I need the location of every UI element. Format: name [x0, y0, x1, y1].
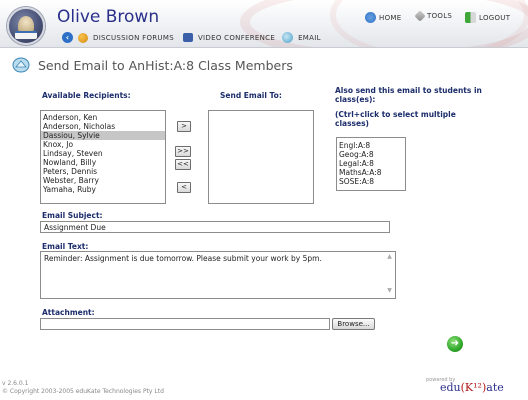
- scroll-up-icon[interactable]: ▲: [385, 253, 394, 263]
- list-item[interactable]: Anderson, Ken: [41, 113, 165, 122]
- page-title: Send Email to AnHist:A:8 Class Members: [38, 58, 293, 73]
- email-text-label: Email Text:: [42, 242, 89, 251]
- remove-all-recipients-button[interactable]: <<: [175, 159, 191, 170]
- tools-icon: [414, 10, 426, 22]
- remove-recipient-button[interactable]: <: [177, 182, 191, 193]
- edukate-logo: edu(K¹²)ate: [440, 381, 504, 394]
- list-item[interactable]: Knox, Jo: [41, 140, 165, 149]
- email-text-area[interactable]: Reminder: Assignment is due tomorrow. Pl…: [40, 251, 396, 299]
- home-link[interactable]: HOME: [365, 12, 401, 23]
- list-item[interactable]: Webster, Barry: [41, 176, 165, 185]
- attachment-input[interactable]: [40, 318, 330, 330]
- class-item[interactable]: SOSE:A:8: [337, 177, 405, 186]
- logout-icon: [465, 12, 476, 23]
- email-icon: [282, 32, 294, 43]
- list-item[interactable]: Nowland, Billy: [41, 158, 165, 167]
- logout-link[interactable]: LOGOUT: [465, 12, 510, 23]
- user-name: Olive Brown: [57, 7, 160, 27]
- copyright-text: © Copyright 2003-2005 eduKate Technologi…: [2, 388, 164, 395]
- add-all-recipients-button[interactable]: >>: [175, 146, 191, 157]
- ctrl-click-hint: (Ctrl+click to select multiple classes): [335, 110, 456, 128]
- back-arrow-icon[interactable]: ‹: [62, 32, 73, 43]
- send-arrow-button[interactable]: ➜: [447, 336, 463, 352]
- tools-link[interactable]: TOOLS: [414, 10, 453, 22]
- user-avatar-icon: [7, 7, 45, 45]
- available-recipients-list[interactable]: Anderson, Ken Anderson, Nicholas Dassiou…: [40, 110, 166, 204]
- class-item[interactable]: MathsA:A:8: [337, 168, 405, 177]
- classes-list[interactable]: Engl:A:8 Geog:A:8 Legal:A:8 MathsA:A:8 S…: [336, 137, 406, 191]
- email-subject-input[interactable]: Assignment Due: [40, 221, 390, 233]
- send-to-label: Send Email To:: [220, 91, 282, 100]
- available-recipients-label: Available Recipients:: [42, 91, 131, 100]
- discussion-icon: [78, 32, 88, 43]
- class-item[interactable]: Geog:A:8: [337, 150, 405, 159]
- email-text-content: Reminder: Assignment is due tomorrow. Pl…: [44, 254, 322, 263]
- email-link[interactable]: EMAIL: [298, 34, 321, 42]
- also-send-label: Also send this email to students in clas…: [335, 86, 482, 104]
- scroll-down-icon[interactable]: ▼: [385, 287, 394, 297]
- send-to-list[interactable]: [208, 110, 314, 204]
- list-item[interactable]: Lindsay, Steven: [41, 149, 165, 158]
- class-item[interactable]: Engl:A:8: [337, 141, 405, 150]
- discussion-forums-link[interactable]: DISCUSSION FORUMS: [93, 34, 174, 42]
- email-subject-label: Email Subject:: [42, 211, 103, 220]
- version-text: v 2.6.0.1: [2, 380, 29, 387]
- attachment-label: Attachment:: [42, 308, 95, 317]
- header-bar: Olive Brown HOME TOOLS LOGOUT ‹ DISCUSSI…: [0, 0, 528, 48]
- class-item[interactable]: Legal:A:8: [337, 159, 405, 168]
- add-recipient-button[interactable]: >: [177, 121, 191, 132]
- list-item-selected[interactable]: Dassiou, Sylvie: [41, 131, 165, 140]
- email-page-icon: [12, 57, 30, 73]
- tools-label: TOOLS: [427, 12, 453, 20]
- logout-label: LOGOUT: [479, 13, 511, 22]
- video-icon: [182, 33, 193, 42]
- list-item[interactable]: Peters, Dennis: [41, 167, 165, 176]
- home-label: HOME: [379, 13, 402, 22]
- home-icon: [365, 12, 376, 23]
- list-item[interactable]: Yamaha, Ruby: [41, 185, 165, 194]
- video-conference-link[interactable]: VIDEO CONFERENCE: [198, 34, 275, 42]
- sub-navigation: ‹ DISCUSSION FORUMS VIDEO CONFERENCE EMA…: [62, 32, 321, 43]
- watermark-arc: [330, 0, 528, 47]
- list-item[interactable]: Anderson, Nicholas: [41, 122, 165, 131]
- browse-button[interactable]: Browse...: [332, 318, 375, 330]
- footer: v 2.6.0.1 © Copyright 2003-2005 eduKate …: [2, 380, 164, 396]
